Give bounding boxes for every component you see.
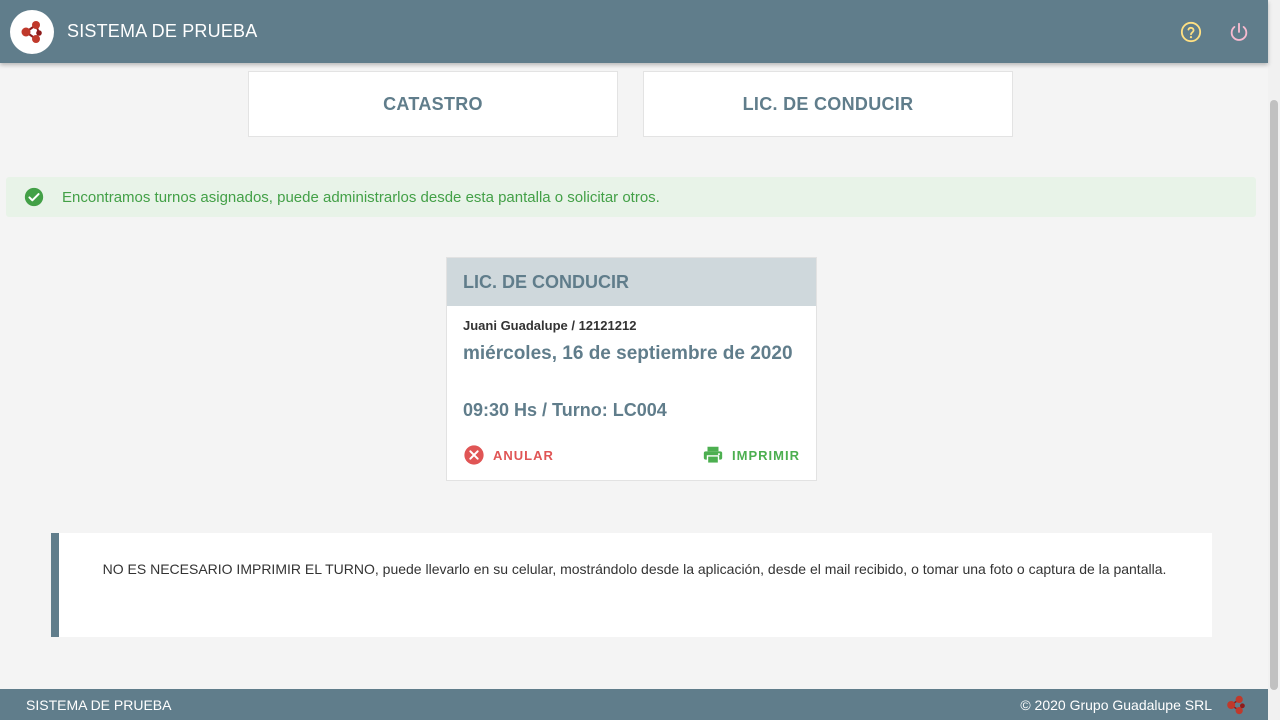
top-app-bar: SISTEMA DE PRUEBA bbox=[0, 0, 1268, 63]
footer-app-name: SISTEMA DE PRUEBA bbox=[26, 696, 172, 713]
alert-text: Encontramos turnos asignados, puede admi… bbox=[62, 188, 660, 206]
print-notice: NO ES NECESARIO IMPRIMIR EL TURNO, puede… bbox=[51, 533, 1212, 637]
help-circle-icon bbox=[1180, 21, 1202, 42]
footer-bar: SISTEMA DE PRUEBA © 2020 Grupo Guadalupe… bbox=[0, 689, 1268, 720]
check-circle-icon bbox=[24, 187, 44, 207]
footer-copyright: © 2020 Grupo Guadalupe SRL bbox=[1020, 696, 1212, 713]
print-turno-button[interactable]: IMPRIMIR bbox=[702, 444, 800, 466]
turno-hour: 09:30 Hs / Turno: LC004 bbox=[463, 400, 667, 420]
printer-icon bbox=[703, 446, 723, 464]
cancel-circle-icon bbox=[464, 445, 484, 465]
logout-button[interactable] bbox=[1226, 19, 1252, 45]
turno-card-title: LIC. DE CONDUCIR bbox=[447, 258, 816, 306]
success-alert: Encontramos turnos asignados, puede admi… bbox=[6, 177, 1256, 217]
scrollbar-thumb[interactable] bbox=[1270, 100, 1278, 690]
help-button[interactable] bbox=[1178, 19, 1204, 45]
power-icon bbox=[1230, 22, 1248, 41]
footer-logo bbox=[1224, 693, 1248, 717]
catastro-button[interactable]: CATASTRO bbox=[248, 71, 618, 137]
app-logo[interactable] bbox=[10, 9, 54, 54]
turno-card: LIC. DE CONDUCIR Juani Guadalupe / 12121… bbox=[446, 257, 817, 481]
lic-conducir-button[interactable]: LIC. DE CONDUCIR bbox=[643, 71, 1013, 137]
cancel-turno-label: ANULAR bbox=[493, 447, 554, 463]
turno-person: Juani Guadalupe / 12121212 bbox=[463, 318, 637, 333]
turno-date: miércoles, 16 de septiembre de 2020 bbox=[463, 343, 793, 364]
page-scrollbar[interactable] bbox=[1268, 0, 1280, 720]
molecule-logo-icon bbox=[1227, 695, 1245, 714]
print-turno-label: IMPRIMIR bbox=[732, 447, 800, 463]
print-notice-text: NO ES NECESARIO IMPRIMIR EL TURNO, puede… bbox=[102, 561, 1167, 577]
app-title: SISTEMA DE PRUEBA bbox=[67, 21, 258, 41]
cancel-turno-button[interactable]: ANULAR bbox=[463, 444, 554, 466]
molecule-logo-icon bbox=[21, 20, 42, 43]
